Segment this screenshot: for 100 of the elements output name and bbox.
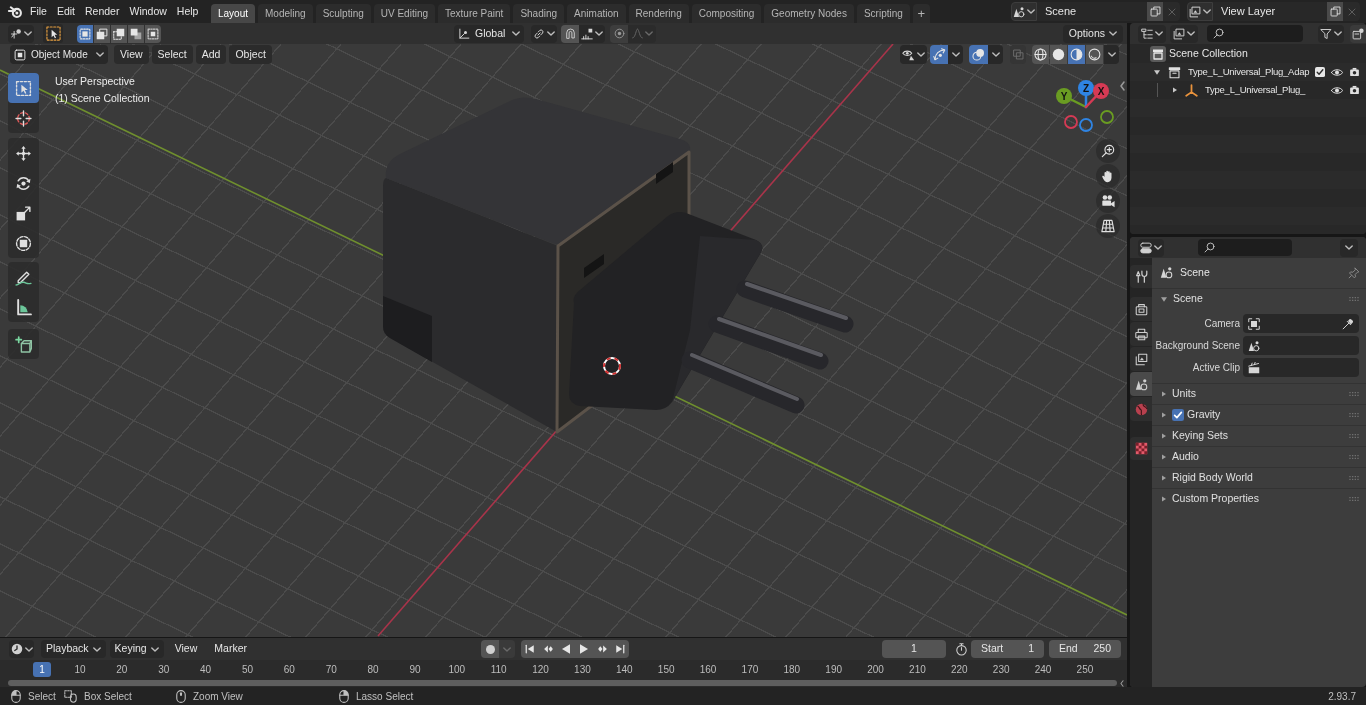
object-field[interactable] <box>1243 314 1359 333</box>
workspace-tab[interactable]: Geometry Nodes <box>764 4 854 23</box>
add-tab-button[interactable]: + <box>912 4 930 23</box>
workspace-tab[interactable]: Modeling <box>258 4 313 23</box>
axis-handle[interactable]: Y <box>1056 88 1072 104</box>
workspace-tab[interactable]: Sculpting <box>315 4 371 23</box>
select-tool-button[interactable] <box>43 24 63 43</box>
workspace-tab[interactable]: Compositing <box>691 4 762 23</box>
select-mode-button[interactable] <box>94 24 110 43</box>
dropdown-menu[interactable]: Keying <box>109 640 164 658</box>
scrollbar[interactable] <box>8 680 1117 686</box>
playback-button[interactable] <box>611 640 629 658</box>
editor-type-button[interactable] <box>9 640 34 658</box>
axis-ring-icon[interactable] <box>1100 110 1114 124</box>
select-mode-button[interactable] <box>111 24 127 43</box>
shading-button[interactable] <box>1050 45 1067 64</box>
property-tab[interactable] <box>1130 322 1152 346</box>
select-mode-button[interactable] <box>128 24 144 43</box>
axis-ring-icon[interactable] <box>1064 115 1078 129</box>
selector-button[interactable] <box>1187 2 1213 21</box>
start-field[interactable]: Start 1 <box>971 640 1044 658</box>
camera-icon[interactable] <box>1349 85 1360 95</box>
menu-item[interactable]: Window <box>124 2 172 21</box>
tool-button[interactable] <box>8 329 39 359</box>
property-tab[interactable] <box>1130 265 1152 288</box>
menu-item[interactable]: Marker <box>209 640 252 658</box>
stopwatch-icon[interactable] <box>955 642 968 656</box>
menu-item[interactable]: View <box>114 45 149 64</box>
mode-dropdown[interactable]: Object Mode <box>10 45 108 64</box>
gizmo-toggle[interactable] <box>930 45 948 64</box>
overlay-toggle[interactable] <box>969 45 988 64</box>
menu-item[interactable]: Edit <box>51 2 80 21</box>
property-tab[interactable] <box>1130 437 1152 460</box>
clip-field[interactable] <box>1243 358 1359 377</box>
view-layer-field[interactable]: View Layer <box>1213 2 1327 21</box>
pan-button[interactable] <box>1096 164 1120 188</box>
visibility-button[interactable] <box>900 45 927 64</box>
chevron-icon[interactable] <box>1120 81 1125 91</box>
shading-menu-button[interactable] <box>1104 45 1119 64</box>
options-dropdown[interactable]: Options <box>1062 24 1123 43</box>
eye-icon[interactable] <box>1331 68 1343 76</box>
pivot-button[interactable] <box>531 24 557 43</box>
tree-item[interactable]: Type_L_Universal_Plug_ <box>1130 81 1366 99</box>
dropdown-menu[interactable]: Playback <box>41 640 106 658</box>
select-mode-button[interactable] <box>145 24 161 43</box>
tree-item[interactable]: Type_L_Universal_Plug_Adap <box>1130 63 1366 81</box>
eye-icon[interactable] <box>1331 86 1343 94</box>
axis-ring-icon[interactable] <box>1079 118 1093 132</box>
workspace-tab[interactable]: UV Editing <box>373 4 435 23</box>
zoom-button[interactable] <box>1096 139 1120 163</box>
display-mode-button[interactable] <box>1170 24 1198 43</box>
menu-item[interactable]: Add <box>195 45 227 64</box>
workspace-tab[interactable]: Shading <box>513 4 565 23</box>
search-field[interactable] <box>1198 239 1292 256</box>
camera-view-button[interactable] <box>1096 189 1120 213</box>
property-tab[interactable] <box>1130 347 1152 371</box>
duplicate-button[interactable] <box>1147 2 1163 21</box>
axis-handle[interactable]: Z <box>1078 80 1094 96</box>
property-tab[interactable] <box>1130 297 1152 321</box>
chevron-icon[interactable] <box>1120 679 1124 687</box>
ortho-toggle[interactable] <box>1096 214 1120 238</box>
snap-target-button[interactable] <box>579 24 605 43</box>
shading-button[interactable] <box>1032 45 1049 64</box>
snap-toggle[interactable] <box>561 24 579 43</box>
gizmo-menu-button[interactable] <box>948 45 963 64</box>
shading-button[interactable] <box>1086 45 1103 64</box>
dropdown-button[interactable] <box>1340 238 1358 257</box>
overlay-menu-button[interactable] <box>988 45 1003 64</box>
shading-button[interactable] <box>1068 45 1085 64</box>
eyedropper-icon[interactable] <box>1342 317 1354 330</box>
axis-handle[interactable]: X <box>1093 83 1109 99</box>
xray-toggle[interactable] <box>1010 45 1026 64</box>
filter-button[interactable] <box>1318 24 1344 43</box>
duplicate-button[interactable] <box>1327 2 1343 21</box>
triangle-icon[interactable] <box>1154 69 1160 75</box>
workspace-tab[interactable]: Rendering <box>628 4 689 23</box>
orientation-dropdown[interactable]: Global <box>454 24 524 43</box>
checkbox[interactable] <box>1315 67 1325 77</box>
editor-type-button[interactable] <box>1138 238 1164 257</box>
search-field[interactable] <box>1207 25 1303 42</box>
proportional-toggle[interactable] <box>610 24 628 43</box>
scene-field[interactable]: Scene <box>1037 2 1147 21</box>
scene-field[interactable] <box>1243 336 1359 355</box>
record-button[interactable] <box>481 640 499 658</box>
playback-button[interactable] <box>521 640 539 658</box>
editor-type-button[interactable] <box>8 24 34 43</box>
menu-item[interactable]: Help <box>171 2 204 21</box>
end-field[interactable]: End 250 <box>1049 640 1121 658</box>
new-collection-button[interactable] <box>1350 24 1366 43</box>
selector-button[interactable] <box>1011 2 1037 21</box>
tree-item[interactable]: Scene Collection <box>1130 45 1366 63</box>
property-tab[interactable] <box>1130 372 1152 396</box>
workspace-tab[interactable]: Texture Paint <box>438 4 511 23</box>
menu-item[interactable]: Object <box>229 45 272 64</box>
menu-item[interactable]: Select <box>151 45 193 64</box>
pin-icon[interactable] <box>1348 266 1360 279</box>
workspace-tab[interactable]: Scripting <box>856 4 910 23</box>
workspace-tab[interactable]: Layout <box>211 4 256 23</box>
editor-type-button[interactable] <box>1138 24 1166 43</box>
menu-item[interactable]: View <box>169 640 203 658</box>
